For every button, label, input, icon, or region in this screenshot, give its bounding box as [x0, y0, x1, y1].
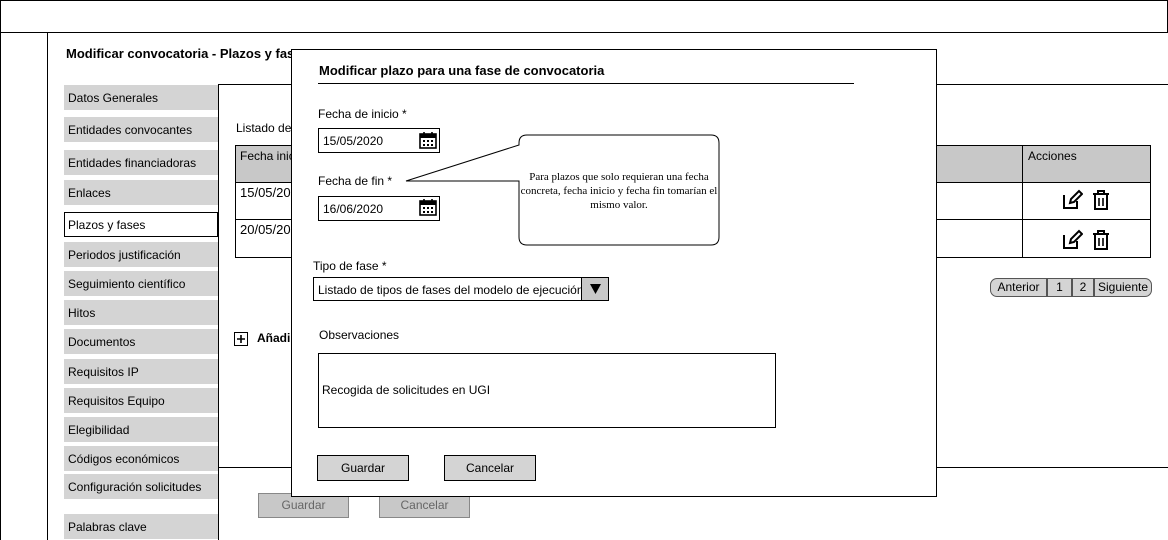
- cell-fecha-inicio: 15/05/20: [240, 185, 291, 200]
- sidebar-item-enlaces[interactable]: Enlaces: [64, 180, 218, 205]
- column-header-fecha-inicio: Fecha inic: [240, 149, 295, 163]
- callout-text: Para plazos que solo requieran una fecha…: [520, 171, 718, 211]
- dropdown-arrow[interactable]: [581, 278, 608, 300]
- sidebar-item-entidades-financiadoras[interactable]: Entidades financiadoras: [64, 150, 218, 175]
- sidebar-item-hitos[interactable]: Hitos: [64, 300, 218, 325]
- observaciones-textarea[interactable]: Recogida de solicitudes en UGI: [318, 353, 776, 428]
- sidebar-item-palabras-clave[interactable]: Palabras clave: [64, 514, 218, 539]
- chevron-down-icon: [590, 284, 601, 294]
- cell-fecha-inicio: 20/05/20: [240, 222, 291, 237]
- tipo-fase-select[interactable]: Listado de tipos de fases del modelo de …: [313, 277, 609, 301]
- fecha-fin-label: Fecha de fin *: [318, 174, 393, 188]
- sidebar-item-documentos[interactable]: Documentos: [64, 329, 218, 354]
- sidebar-item-seguimiento-cientifico[interactable]: Seguimiento científico: [64, 271, 218, 296]
- page-title: Modificar convocatoria - Plazos y fases: [66, 46, 309, 61]
- modal-title: Modificar plazo para una fase de convoca…: [319, 63, 605, 78]
- pagination-page-2[interactable]: 2: [1072, 278, 1094, 297]
- sidebar-item-configuracion-solicitudes[interactable]: Configuración solicitudes: [64, 474, 218, 499]
- column-divider: [1022, 145, 1023, 258]
- sidebar-item-datos-generales[interactable]: Datos Generales: [64, 85, 218, 110]
- pagination-page-1[interactable]: 1: [1047, 278, 1072, 297]
- pagination-prev-button[interactable]: Anterior: [990, 278, 1047, 297]
- sidebar-item-periodos-justificacion[interactable]: Periodos justificación: [64, 242, 218, 267]
- fecha-inicio-value: 15/05/2020: [323, 134, 384, 148]
- sidebar-item-plazos-y-fases[interactable]: Plazos y fases: [64, 212, 218, 237]
- list-label: Listado de: [236, 121, 292, 135]
- observaciones-label: Observaciones: [319, 328, 400, 342]
- edit-icon[interactable]: [1061, 229, 1083, 251]
- delete-icon[interactable]: [1090, 229, 1112, 251]
- edit-icon[interactable]: [1061, 189, 1083, 211]
- add-plazo-link[interactable]: Añadir: [257, 331, 295, 345]
- pagination-next-button[interactable]: Siguiente: [1094, 278, 1152, 297]
- save-button[interactable]: Guardar: [317, 455, 409, 481]
- fecha-fin-value: 16/06/2020: [323, 202, 384, 216]
- sidebar-item-requisitos-ip[interactable]: Requisitos IP: [64, 359, 218, 384]
- sidebar-item-elegibilidad[interactable]: Elegibilidad: [64, 417, 218, 442]
- cancel-button[interactable]: Cancelar: [444, 455, 536, 481]
- modal-title-divider: [318, 83, 854, 84]
- tipo-fase-label: Tipo de fase *: [313, 259, 387, 273]
- plus-icon[interactable]: [234, 332, 248, 346]
- top-bar: [0, 0, 1168, 33]
- delete-icon[interactable]: [1090, 189, 1112, 211]
- sidebar-item-entidades-convocantes[interactable]: Entidades convocantes: [64, 117, 218, 142]
- sidebar-item-codigos-economicos[interactable]: Códigos económicos: [64, 446, 218, 471]
- column-header-acciones: Acciones: [1028, 149, 1077, 163]
- sidebar-item-requisitos-equipo[interactable]: Requisitos Equipo: [64, 388, 218, 413]
- left-rail: [0, 32, 48, 540]
- fecha-inicio-label: Fecha de inicio *: [318, 107, 407, 121]
- observaciones-value: Recogida de solicitudes en UGI: [322, 383, 491, 397]
- tipo-fase-value: Listado de tipos de fases del modelo de …: [318, 283, 584, 297]
